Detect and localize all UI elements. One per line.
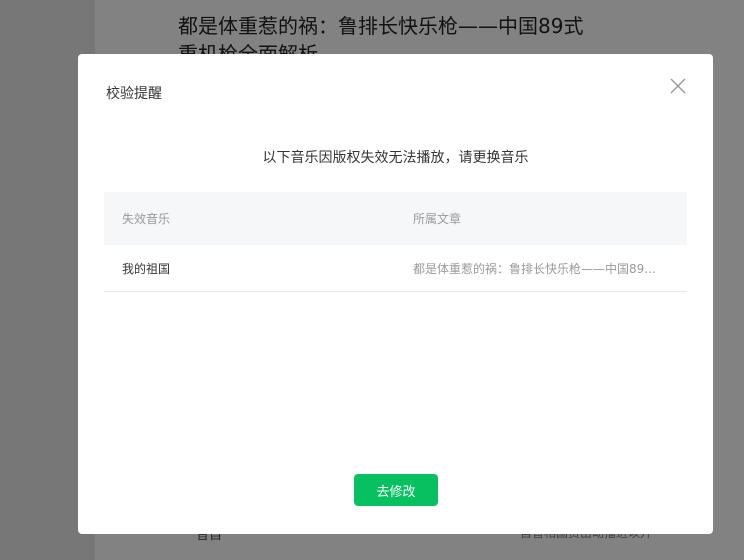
go-modify-button[interactable]: 去修改 — [354, 474, 438, 506]
invalid-music-table: 失效音乐 所属文章 我的祖国 都是体重惹的祸：鲁排长快乐枪——中国89... — [104, 192, 687, 292]
header-invalid-music: 失效音乐 — [122, 212, 171, 226]
close-button[interactable] — [668, 76, 688, 96]
cell-article-title: 都是体重惹的祸：鲁排长快乐枪——中国89... — [413, 261, 656, 276]
dialog-notice: 以下音乐因版权失效无法播放，请更换音乐 — [262, 150, 529, 166]
validation-dialog: 校验提醒 以下音乐因版权失效无法播放，请更换音乐 失效音乐 所属文章 我的祖国 … — [78, 54, 713, 534]
cell-music-name: 我的祖国 — [122, 261, 171, 276]
close-icon — [670, 78, 686, 94]
table-header: 失效音乐 所属文章 — [104, 192, 687, 245]
header-article: 所属文章 — [413, 212, 462, 226]
table-row: 我的祖国 都是体重惹的祸：鲁排长快乐枪——中国89... — [104, 245, 687, 292]
dialog-title: 校验提醒 — [106, 86, 162, 102]
